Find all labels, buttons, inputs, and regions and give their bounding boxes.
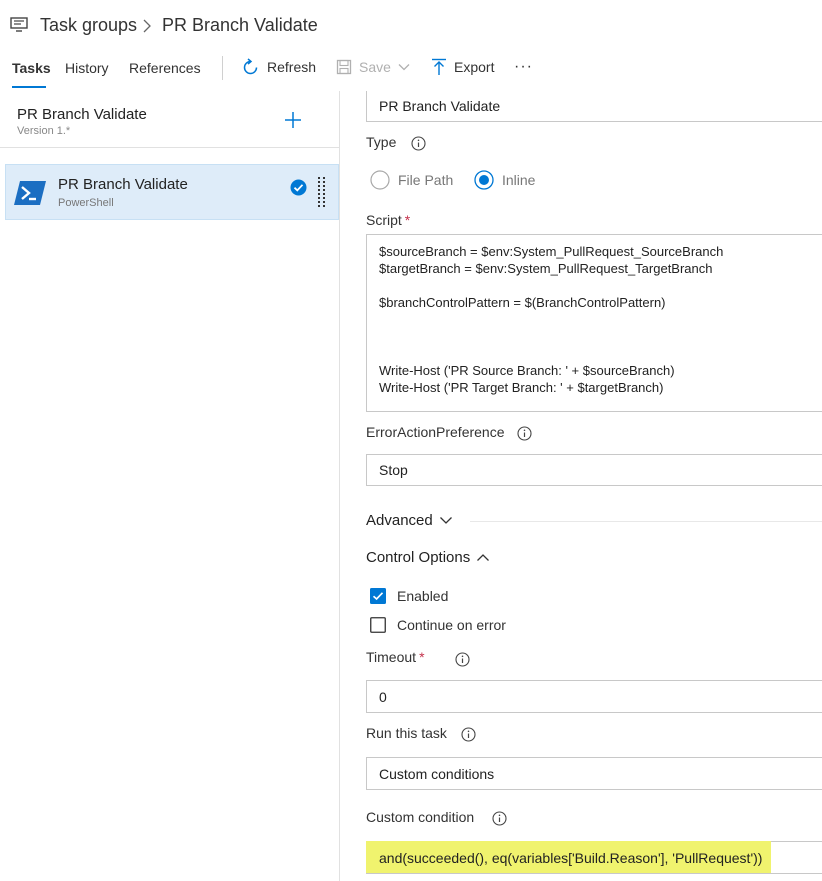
script-line: $branchControlPattern = $(BranchControlP… [379, 295, 666, 310]
custom-condition-input[interactable]: and(succeeded(), eq(variables['Build.Rea… [366, 841, 822, 874]
tab-references[interactable]: References [129, 60, 201, 76]
script-label: Script * [366, 212, 410, 228]
checkbox-checked-icon [370, 588, 386, 604]
save-label: Save [359, 59, 391, 75]
active-tab-indicator [12, 86, 46, 88]
radio-unselected-icon [370, 170, 390, 190]
breadcrumb-current: PR Branch Validate [162, 15, 318, 35]
checkbox-unchecked-icon [370, 617, 386, 633]
chevron-right-icon [143, 19, 151, 33]
info-icon[interactable] [492, 811, 507, 826]
more-actions-button[interactable]: ··· [514, 52, 533, 82]
enabled-label: Enabled [397, 588, 449, 604]
refresh-button[interactable]: Refresh [241, 52, 316, 82]
timeout-label: Timeout * [366, 649, 425, 665]
error-action-select[interactable]: Stop [366, 454, 822, 486]
script-line: $targetBranch = $env:System_PullRequest_… [379, 261, 713, 276]
required-asterisk: * [404, 212, 411, 228]
task-list-pane: PR Branch Validate Version 1.* PR Branch… [0, 91, 340, 881]
save-icon [336, 59, 352, 75]
custom-condition-label-text: Custom condition [366, 809, 475, 825]
enabled-checkbox[interactable]: Enabled [370, 588, 448, 604]
script-line [379, 311, 815, 328]
tab-history[interactable]: History [65, 60, 109, 76]
script-line: $sourceBranch = $env:System_PullRequest_… [379, 244, 724, 259]
timeout-label-text: Timeout [366, 649, 417, 665]
task-group-header: PR Branch Validate Version 1.* [0, 91, 340, 148]
continue-on-error-label: Continue on error [397, 617, 506, 633]
powershell-icon [14, 181, 46, 205]
save-button[interactable]: Save [336, 52, 410, 82]
script-line [379, 277, 815, 294]
info-icon[interactable] [461, 727, 476, 742]
advanced-section-toggle[interactable]: Advanced [366, 512, 453, 529]
radio-selected-icon [474, 170, 494, 190]
script-line: Write-Host ('PR Target Branch: ' + $targ… [379, 380, 664, 395]
info-icon[interactable] [517, 426, 532, 441]
run-task-label: Run this task [366, 725, 447, 741]
task-name: PR Branch Validate [58, 176, 188, 193]
script-line [379, 328, 815, 345]
radio-inline-label: Inline [502, 172, 536, 188]
drag-handle-icon[interactable] [318, 177, 326, 207]
checkmark-circle-icon [290, 179, 307, 196]
task-type: PowerShell [58, 197, 114, 209]
refresh-label: Refresh [267, 59, 317, 75]
refresh-icon [243, 57, 258, 74]
title-bar: Task groups PR Branch Validate [0, 0, 822, 50]
script-line: Write-Host ('PR Source Branch: ' + $sour… [379, 363, 675, 378]
more-actions-icon: ··· [514, 58, 533, 75]
script-textarea[interactable]: $sourceBranch = $env:System_PullRequest_… [366, 234, 822, 412]
radio-file-path[interactable]: File Path [370, 170, 453, 190]
section-divider [470, 521, 822, 522]
control-options-label: Control Options [366, 549, 471, 566]
error-action-label-text: ErrorActionPreference [366, 424, 505, 440]
info-icon[interactable] [455, 652, 470, 667]
export-button[interactable]: Export [431, 52, 494, 82]
task-group-version: Version 1.* [17, 125, 71, 137]
task-group-name: PR Branch Validate [17, 106, 147, 123]
continue-on-error-checkbox[interactable]: Continue on error [370, 617, 506, 633]
radio-inline[interactable]: Inline [474, 170, 535, 190]
custom-condition-label: Custom condition [366, 809, 474, 825]
task-group-icon [10, 17, 28, 32]
run-task-label-text: Run this task [366, 725, 447, 741]
chevron-up-icon [477, 554, 490, 561]
chevron-down-icon[interactable] [398, 63, 410, 71]
script-line [379, 345, 815, 362]
toolbar [0, 50, 822, 90]
display-name-input[interactable]: PR Branch Validate [366, 91, 822, 122]
tab-tasks[interactable]: Tasks [12, 60, 51, 76]
info-icon[interactable] [411, 136, 426, 151]
run-task-select[interactable]: Custom conditions [366, 757, 822, 790]
breadcrumb-task-groups-link[interactable]: Task groups [40, 15, 137, 36]
add-task-icon[interactable] [283, 110, 303, 130]
timeout-input[interactable]: 0 [366, 680, 822, 713]
control-options-section-toggle[interactable]: Control Options [366, 549, 490, 566]
error-action-label: ErrorActionPreference [366, 424, 505, 440]
type-label: Type [366, 134, 396, 150]
task-item-pr-branch-validate[interactable]: PR Branch Validate PowerShell [5, 164, 339, 220]
toolbar-divider [222, 56, 223, 80]
export-icon [432, 58, 446, 75]
type-label-text: Type [366, 134, 397, 150]
required-asterisk: * [419, 649, 425, 665]
advanced-section-label: Advanced [366, 512, 433, 529]
script-label-text: Script [366, 212, 402, 228]
radio-file-path-label: File Path [398, 172, 454, 188]
export-label: Export [454, 59, 495, 75]
chevron-down-icon [439, 517, 452, 524]
